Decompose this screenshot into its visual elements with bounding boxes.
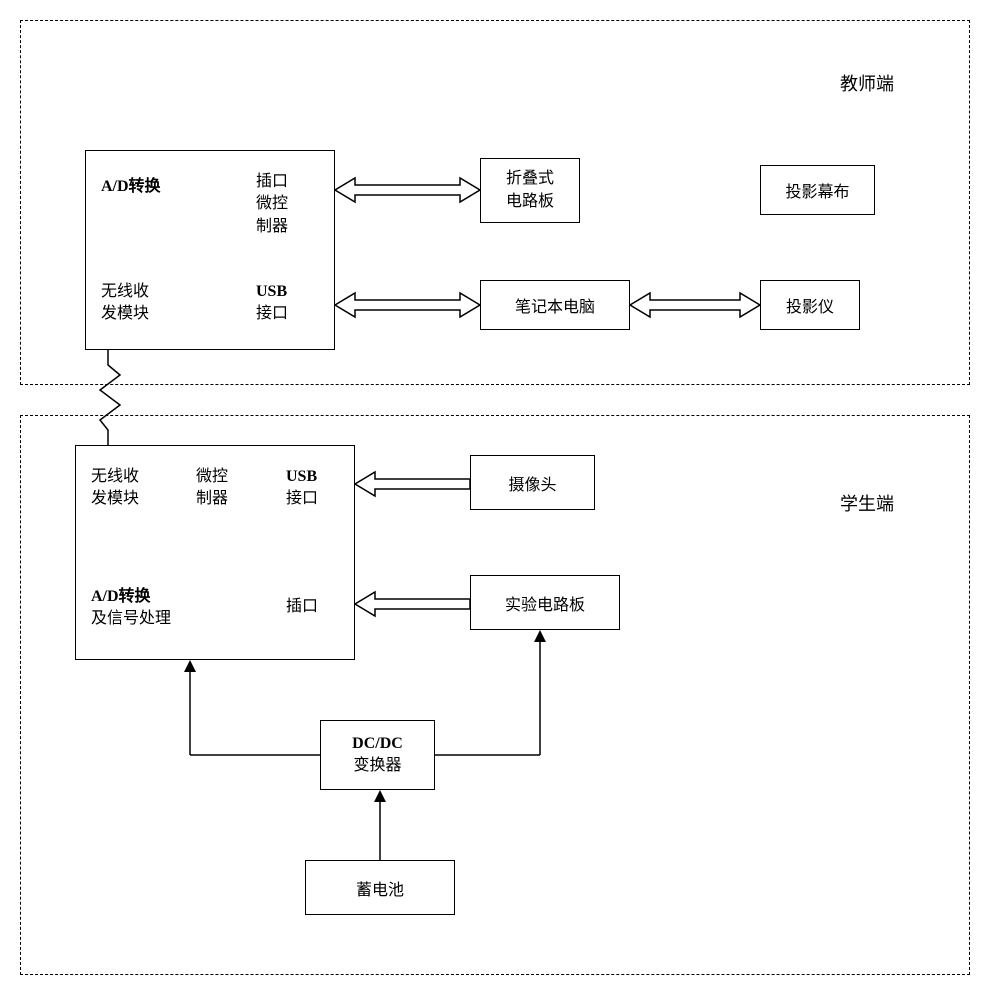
teacher-port-ctrl: 插口 微控 制器 (256, 171, 288, 238)
teacher-wireless-l1: 无线收 (101, 281, 149, 303)
student-ad-l1: A/D转换 (91, 586, 171, 608)
dcdc-l2: 变换器 (353, 755, 401, 777)
double-arrow-icon (335, 175, 480, 205)
teacher-wireless: 无线收 发模块 (101, 281, 149, 326)
student-usb-l2: 接口 (286, 488, 318, 510)
student-ctrl-l2: 制器 (196, 488, 228, 510)
teacher-ad-conv-label: A/D转换 (101, 176, 161, 198)
teacher-port-ctrl-l3: 制器 (256, 216, 288, 238)
teacher-port-ctrl-l1: 插口 (256, 171, 288, 193)
student-ctrl: 微控 制器 (196, 466, 228, 511)
student-ctrl-l1: 微控 (196, 466, 228, 488)
student-ad: A/D转换 及信号处理 (91, 586, 171, 631)
left-arrow-icon (355, 590, 470, 618)
student-title: 学生端 (840, 490, 894, 516)
projection-screen-box: 投影幕布 (760, 165, 875, 215)
student-wireless-l2: 发模块 (91, 488, 139, 510)
teacher-title: 教师端 (840, 70, 894, 96)
camera-label: 摄像头 (508, 471, 556, 495)
student-usb-l1: USB (286, 466, 318, 488)
projection-screen-label: 投影幕布 (785, 178, 849, 202)
double-arrow-icon (335, 290, 480, 320)
student-module: 无线收 发模块 微控 制器 USB 接口 A/D转换 及信号处理 插口 (75, 445, 355, 660)
teacher-port-ctrl-l2: 微控 (256, 193, 288, 215)
battery-label: 蓄电池 (356, 876, 404, 900)
exp-board-box: 实验电路板 (470, 575, 620, 630)
double-arrow-icon (630, 290, 760, 320)
projector-label: 投影仪 (786, 293, 834, 317)
student-port: 插口 (286, 596, 318, 618)
teacher-usb-l1: USB (256, 281, 288, 303)
teacher-wireless-l2: 发模块 (101, 303, 149, 325)
student-ad-l2: 及信号处理 (91, 608, 171, 630)
projector-box: 投影仪 (760, 280, 860, 330)
student-wireless-l1: 无线收 (91, 466, 139, 488)
teacher-usb: USB 接口 (256, 281, 288, 326)
dcdc-l1: DC/DC (352, 733, 403, 755)
laptop-label: 笔记本电脑 (515, 293, 595, 317)
student-usb: USB 接口 (286, 466, 318, 511)
student-wireless: 无线收 发模块 (91, 466, 139, 511)
laptop-box: 笔记本电脑 (480, 280, 630, 330)
teacher-usb-l2: 接口 (256, 303, 288, 325)
camera-box: 摄像头 (470, 455, 595, 510)
fold-board-l1: 折叠式 (506, 168, 554, 190)
teacher-module: A/D转换 插口 微控 制器 无线收 发模块 USB 接口 (85, 150, 335, 350)
exp-board-label: 实验电路板 (505, 591, 585, 615)
fold-board-box: 折叠式 电路板 (480, 158, 580, 223)
battery-box: 蓄电池 (305, 860, 455, 915)
fold-board-l2: 电路板 (506, 191, 554, 213)
left-arrow-icon (355, 470, 470, 498)
dcdc-box: DC/DC 变换器 (320, 720, 435, 790)
